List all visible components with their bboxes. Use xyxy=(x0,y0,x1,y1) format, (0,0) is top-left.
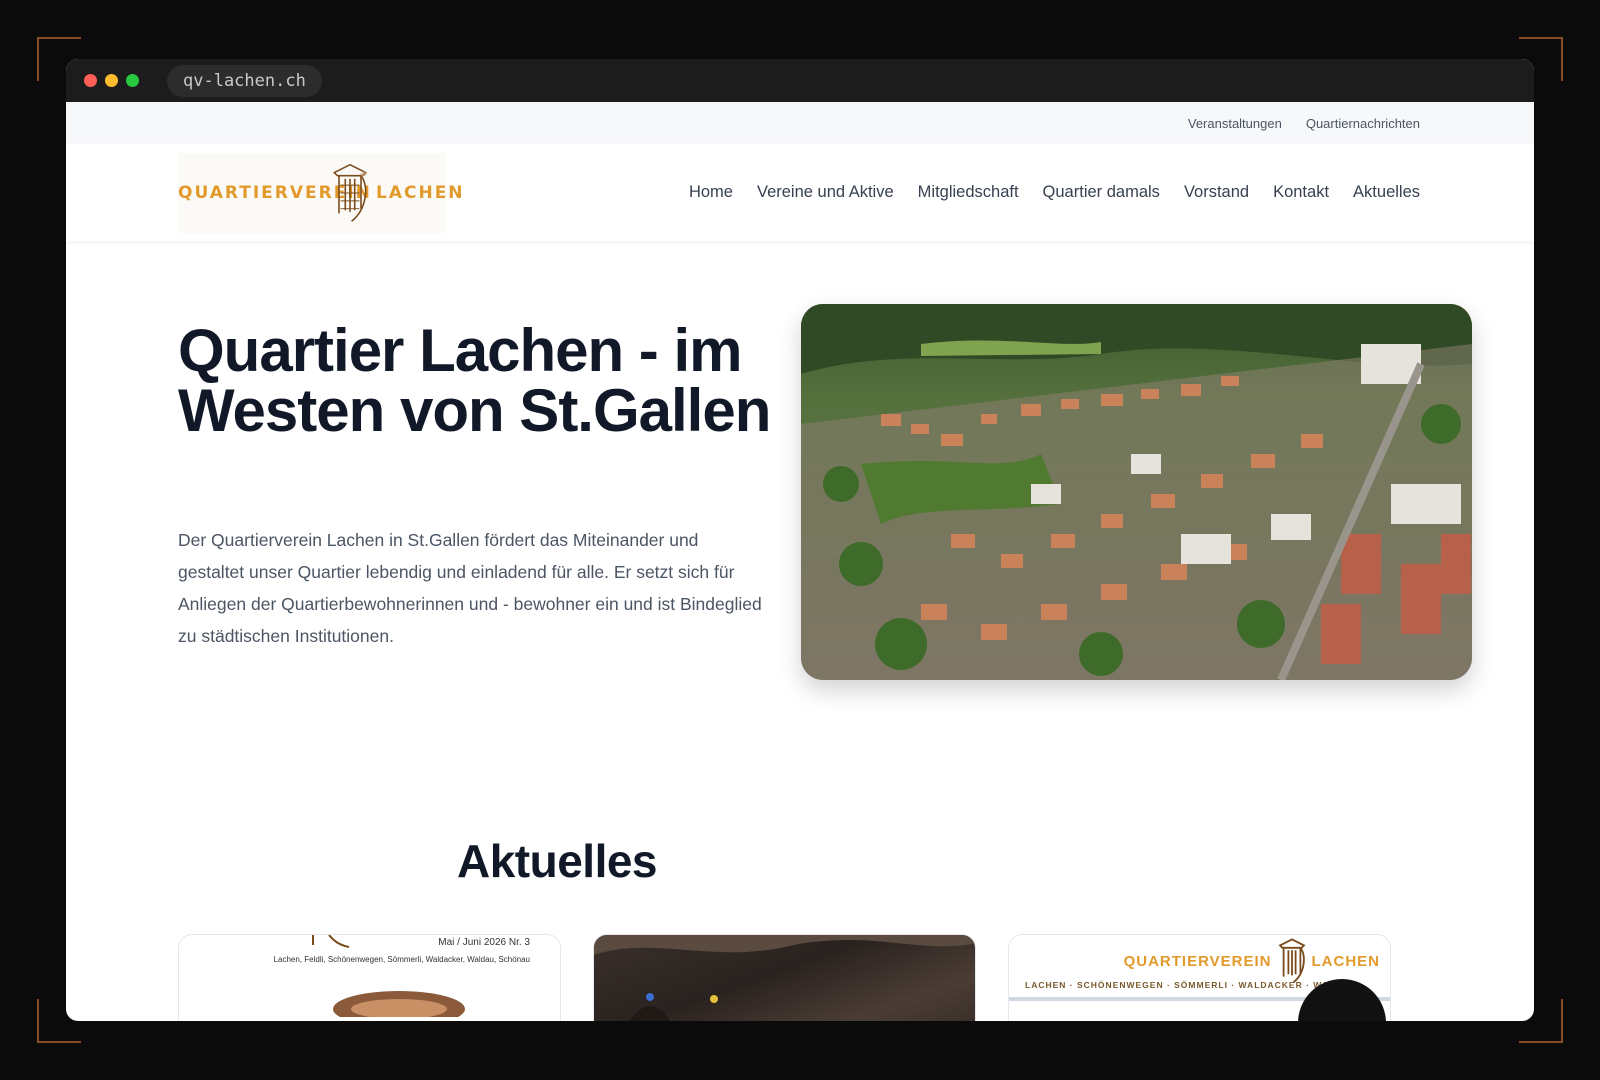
announcement-logo: QUARTIERVEREIN LACHEN xyxy=(1124,937,1380,985)
nav-kontakt[interactable]: Kontakt xyxy=(1273,183,1329,202)
logo-text-right: LACHEN xyxy=(376,182,465,203)
minimize-window-button[interactable] xyxy=(105,74,118,87)
tower-logo-icon xyxy=(1277,938,1306,984)
utility-link-quartiernachrichten[interactable]: Quartiernachrichten xyxy=(1306,116,1420,131)
news-cards: Mai / Juni 2026 Nr. 3 Lachen, Feldli, Sc… xyxy=(178,934,1391,1021)
hero-title: Quartier Lachen - im Westen von St.Galle… xyxy=(178,317,771,444)
magazine-logo-fragment-icon xyxy=(312,935,350,948)
news-section-title: Aktuelles xyxy=(456,835,658,887)
nav-quartier-damals[interactable]: Quartier damals xyxy=(1043,183,1160,202)
hero-description: Der Quartierverein Lachen in St.Gallen f… xyxy=(178,530,762,646)
nav-home[interactable]: Home xyxy=(689,183,733,202)
main-nav: Home Vereine und Aktive Mitgliedschaft Q… xyxy=(689,183,1420,202)
magazine-cover-image xyxy=(333,991,465,1017)
site-logo[interactable]: QUARTIERVEREIN LACHEN xyxy=(178,152,463,233)
magazine-areas: Lachen, Feldli, Schönenwegen, Sömmerli, … xyxy=(273,955,530,964)
magazine-issue: Mai / Juni 2026 Nr. 3 xyxy=(438,937,530,948)
utility-nav: Veranstaltungen Quartiernachrichten xyxy=(66,102,1534,144)
nav-vorstand[interactable]: Vorstand xyxy=(1184,183,1249,202)
tower-logo-icon xyxy=(332,163,368,222)
nav-vereine-und-aktive[interactable]: Vereine und Aktive xyxy=(757,183,894,202)
announcement-logo-right: LACHEN xyxy=(1311,952,1380,970)
nav-aktuelles[interactable]: Aktuelles xyxy=(1353,183,1420,202)
cave-photo-illustration xyxy=(594,935,975,1021)
aerial-photo-illustration xyxy=(801,304,1472,680)
browser-window: qv-lachen.ch Veranstaltungen Quartiernac… xyxy=(66,59,1534,1021)
announcement-logo-left: QUARTIERVEREIN xyxy=(1123,952,1272,970)
utility-link-veranstaltungen[interactable]: Veranstaltungen xyxy=(1188,116,1282,131)
site-header: QUARTIERVEREIN LACHEN Home Vereine und A… xyxy=(66,144,1534,241)
news-card-cave-photo[interactable] xyxy=(593,934,976,1021)
news-card-magazine[interactable]: Mai / Juni 2026 Nr. 3 Lachen, Feldli, Sc… xyxy=(178,934,561,1021)
hero-section: Quartier Lachen - im Westen von St.Galle… xyxy=(66,241,1534,681)
close-window-button[interactable] xyxy=(84,74,97,87)
announcement-areas: LACHEN · SCHÖNENWEGEN · SÖMMERLI · WALDA… xyxy=(1025,980,1357,990)
address-bar[interactable]: qv-lachen.ch xyxy=(167,64,322,97)
aerial-city-photo xyxy=(801,304,1472,680)
browser-titlebar: qv-lachen.ch xyxy=(66,59,1534,102)
maximize-window-button[interactable] xyxy=(126,74,139,87)
nav-mitgliedschaft[interactable]: Mitgliedschaft xyxy=(918,183,1019,202)
